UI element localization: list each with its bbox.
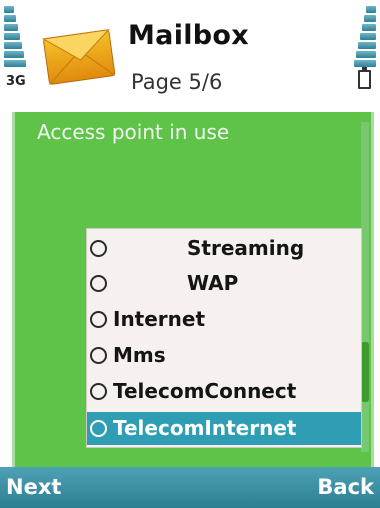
access-point-list: Streaming WAP Internet Mms TelecomConnec… [86,228,362,448]
softkey-bar: Next Back [0,467,380,508]
list-item-label: Internet [113,307,206,331]
radio-button-icon [90,383,107,400]
scrollbar-track[interactable] [361,122,369,452]
list-item-wap[interactable]: WAP [87,267,361,300]
setting-label: Access point in use [37,120,230,144]
list-item-label: Mms [113,343,166,367]
list-item-internet[interactable]: Internet [87,303,361,336]
radio-button-icon [90,275,107,292]
list-item-telecominternet[interactable]: TelecomInternet [87,412,361,445]
app-title: Mailbox [128,20,249,51]
signal-strength-icon [4,6,28,68]
next-softkey[interactable]: Next [6,475,61,499]
battery-icon [358,67,371,89]
radio-button-icon [90,240,107,257]
list-item-label: TelecomInternet [113,416,297,440]
list-item-label: WAP [187,271,239,295]
network-type-label: 3G [6,74,26,89]
phone-screen: 3G Mailbox Page 5/6 Access point in use … [0,0,380,508]
radio-button-icon [90,347,107,364]
scrollbar-thumb[interactable] [361,342,369,402]
back-softkey[interactable]: Back [317,475,374,499]
page-indicator: Page 5/6 [131,70,223,94]
mailbox-envelope-icon [41,29,116,85]
list-item-label: Streaming [187,236,305,260]
list-item-streaming[interactable]: Streaming [87,232,361,265]
list-item-label: TelecomConnect [113,379,297,403]
title-pane: 3G Mailbox Page 5/6 [0,0,380,112]
radio-button-icon [90,420,107,437]
list-item-telecomconnect[interactable]: TelecomConnect [87,375,361,408]
radio-button-icon [90,311,107,328]
battery-level-icon [352,6,376,68]
list-item-mms[interactable]: Mms [87,339,361,372]
